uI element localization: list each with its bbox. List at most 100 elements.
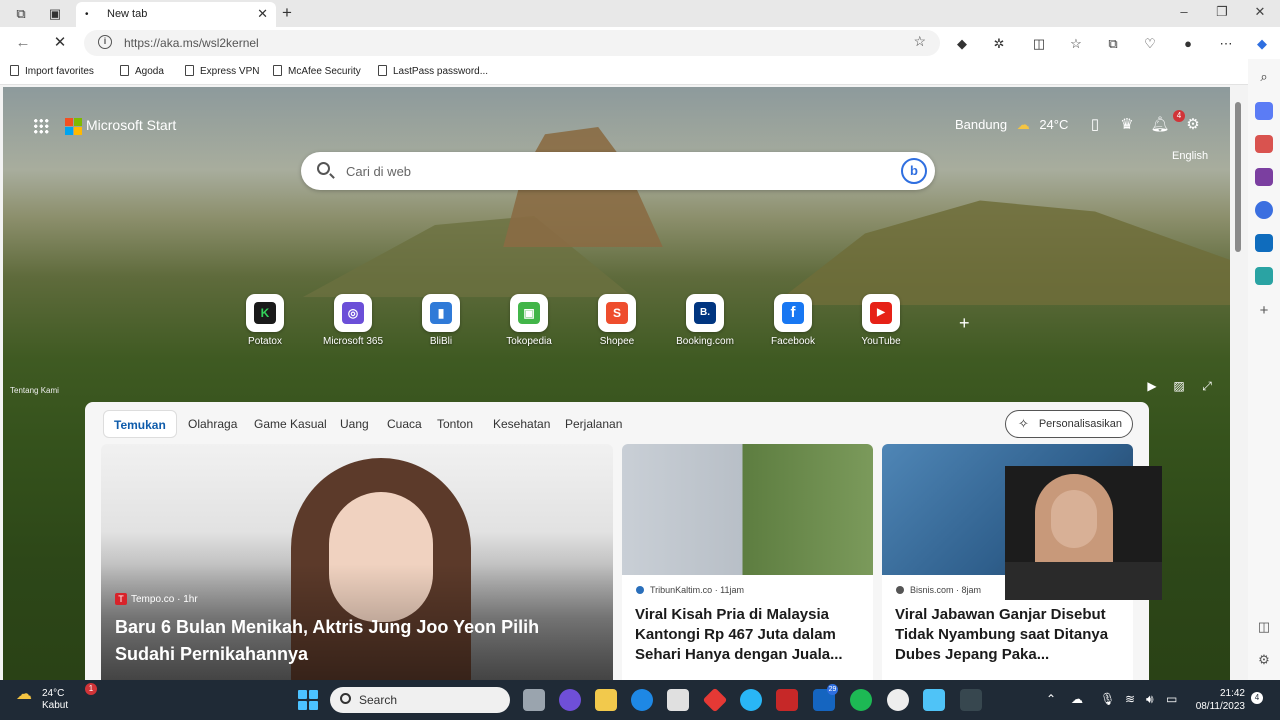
collections-icon[interactable]: ⧉	[1104, 35, 1122, 53]
tray-chevron-icon[interactable]: ⌃	[1046, 692, 1056, 706]
mcafee-icon[interactable]	[776, 689, 798, 711]
quick-link-microsoft365[interactable]: ◎ Microsoft 365	[313, 294, 393, 347]
quick-link-youtube[interactable]: ▶ YouTube	[841, 294, 921, 347]
start-button[interactable]	[298, 690, 318, 710]
split-screen-icon[interactable]: ◫	[1030, 35, 1048, 53]
sidebar-hide-icon[interactable]: ◫	[1255, 619, 1273, 637]
tab-perjalanan[interactable]: Perjalanan	[565, 410, 622, 438]
tab-kesehatan[interactable]: Kesehatan	[493, 410, 550, 438]
sidebar-drop-icon[interactable]	[1255, 267, 1273, 285]
web-search-box[interactable]: Cari di web b	[301, 152, 935, 190]
taskbar-clock[interactable]: 21:42 08/11/2023	[1191, 687, 1245, 713]
close-window-button[interactable]: ✕	[1248, 4, 1272, 20]
volume-icon[interactable]: 🔊︎	[1146, 692, 1154, 707]
play-background-icon[interactable]: ▶	[1144, 379, 1160, 395]
task-view-icon[interactable]	[523, 689, 545, 711]
terminal-icon[interactable]	[960, 689, 982, 711]
personalize-button[interactable]: ✧ Personalisasikan	[1005, 410, 1133, 438]
favorite-star-icon[interactable]: ☆	[913, 33, 926, 50]
quick-link-potatox[interactable]: K Potatox	[225, 294, 305, 347]
article-title[interactable]: Viral Jabawan Ganjar Disebut Tidak Nyamb…	[895, 605, 1123, 665]
recorder-icon[interactable]	[887, 689, 909, 711]
page-scrollbar[interactable]	[1233, 90, 1243, 676]
app-launcher-icon[interactable]	[33, 118, 49, 134]
app-icon[interactable]	[702, 687, 728, 713]
address-bar[interactable]: i https://aka.ms/wsl2kernel ☆	[84, 30, 940, 56]
background-image-icon[interactable]: ▨	[1171, 379, 1187, 395]
add-quick-link-button[interactable]: +	[959, 313, 970, 334]
close-tab-icon[interactable]: ✕	[257, 6, 268, 22]
article-title[interactable]: Viral Kisah Pria di Malaysia Kantongi Rp…	[635, 605, 863, 665]
sidebar-search-icon[interactable]: ⌕	[1255, 69, 1273, 87]
notepad-icon[interactable]	[923, 689, 945, 711]
spotify-icon[interactable]	[850, 689, 872, 711]
notifications-icon[interactable]: 🔔︎	[1150, 115, 1170, 135]
profile-icon[interactable]: ●	[1179, 35, 1197, 53]
tab-actions-icon[interactable]: ▣	[46, 5, 64, 23]
extension-icon[interactable]: ◆	[953, 35, 971, 53]
favorite-import[interactable]: Import favorites	[10, 65, 94, 77]
tab-new-tab[interactable]: • New tab ✕	[76, 2, 276, 27]
tab-cuaca[interactable]: Cuaca	[387, 410, 422, 438]
quick-link-shopee[interactable]: S Shopee	[577, 294, 657, 347]
copilot-icon[interactable]: ◆	[1253, 35, 1271, 53]
stop-loading-button[interactable]: ✕	[50, 33, 70, 53]
featured-news-card[interactable]: T Tempo.co · 1hr Baru 6 Bulan Menikah, Ak…	[101, 444, 613, 680]
minimize-button[interactable]: –	[1172, 4, 1196, 19]
more-menu-icon[interactable]: ⋯	[1217, 35, 1235, 53]
weather-widget[interactable]: Bandung ☁ 24°C	[955, 117, 1068, 133]
back-button[interactable]: ←	[13, 33, 33, 53]
chat-icon[interactable]	[559, 689, 581, 711]
search-input[interactable]: Cari di web	[346, 164, 411, 179]
sidebar-settings-icon[interactable]: ⚙	[1255, 652, 1273, 670]
tab-uang[interactable]: Uang	[340, 410, 369, 438]
sidebar-tag-icon[interactable]	[1255, 102, 1273, 120]
quick-link-booking[interactable]: B. Booking.com	[665, 294, 745, 347]
tab-temukan[interactable]: Temukan	[103, 410, 177, 438]
mobile-icon[interactable]: ▯	[1085, 115, 1105, 135]
chrome-icon[interactable]	[740, 689, 762, 711]
sidebar-add-icon[interactable]: +	[1255, 302, 1273, 320]
onedrive-icon[interactable]: ☁	[1071, 692, 1083, 706]
notification-count[interactable]: 4	[1251, 692, 1263, 704]
rewards-icon[interactable]: ♛	[1117, 115, 1137, 135]
extensions-puzzle-icon[interactable]: ✲	[990, 35, 1008, 53]
file-explorer-icon[interactable]	[595, 689, 617, 711]
bing-chat-icon[interactable]: b	[901, 158, 927, 184]
taskbar-search[interactable]: Search	[330, 687, 510, 713]
edge-icon[interactable]	[631, 689, 653, 711]
wifi-icon[interactable]: ≋	[1125, 692, 1135, 706]
site-info-icon[interactable]: i	[98, 35, 112, 49]
tab-game-kasual[interactable]: Game Kasual	[254, 410, 327, 438]
quick-link-blibli[interactable]: ▮ BliBli	[401, 294, 481, 347]
favorite-express-vpn[interactable]: Express VPN	[185, 65, 259, 77]
microphone-icon[interactable]: 🎙︎	[1100, 692, 1115, 706]
sidebar-tools-icon[interactable]	[1255, 135, 1273, 153]
favorite-lastpass[interactable]: LastPass password...	[378, 65, 488, 77]
favorites-icon[interactable]: ☆	[1067, 35, 1085, 53]
browser-essentials-icon[interactable]: ♡	[1141, 35, 1159, 53]
article-title[interactable]: Baru 6 Bulan Menikah, Aktris Jung Joo Ye…	[115, 614, 595, 668]
sidebar-games-icon[interactable]	[1255, 168, 1273, 186]
maximize-button[interactable]: ❐	[1210, 4, 1234, 20]
scrollbar-thumb[interactable]	[1235, 102, 1241, 252]
tab-olahraga[interactable]: Olahraga	[188, 410, 237, 438]
store-icon[interactable]	[667, 689, 689, 711]
favorite-agoda[interactable]: Agoda	[120, 65, 164, 77]
quick-link-tokopedia[interactable]: ▣ Tokopedia	[489, 294, 569, 347]
sidebar-outlook-icon[interactable]	[1255, 234, 1273, 252]
news-card[interactable]: TribunKaltim.co · 11jam Viral Kisah Pria…	[622, 444, 873, 680]
new-tab-button[interactable]: +	[282, 3, 292, 23]
page-settings-icon[interactable]: ⚙	[1183, 115, 1203, 135]
brand-title[interactable]: Microsoft Start	[86, 117, 176, 133]
about-link[interactable]: Tentang Kami	[10, 386, 59, 395]
battery-icon[interactable]: ▭	[1166, 692, 1177, 706]
workspaces-icon[interactable]: ⧉	[12, 5, 30, 23]
tab-tonton[interactable]: Tonton	[437, 410, 473, 438]
fullscreen-icon[interactable]: ⤢	[1199, 379, 1215, 395]
language-link[interactable]: English	[1172, 150, 1208, 162]
quick-link-facebook[interactable]: f Facebook	[753, 294, 833, 347]
favorite-mcafee[interactable]: McAfee Security	[273, 65, 361, 77]
address-url[interactable]: https://aka.ms/wsl2kernel	[124, 36, 259, 50]
sidebar-m365-icon[interactable]	[1255, 201, 1273, 219]
